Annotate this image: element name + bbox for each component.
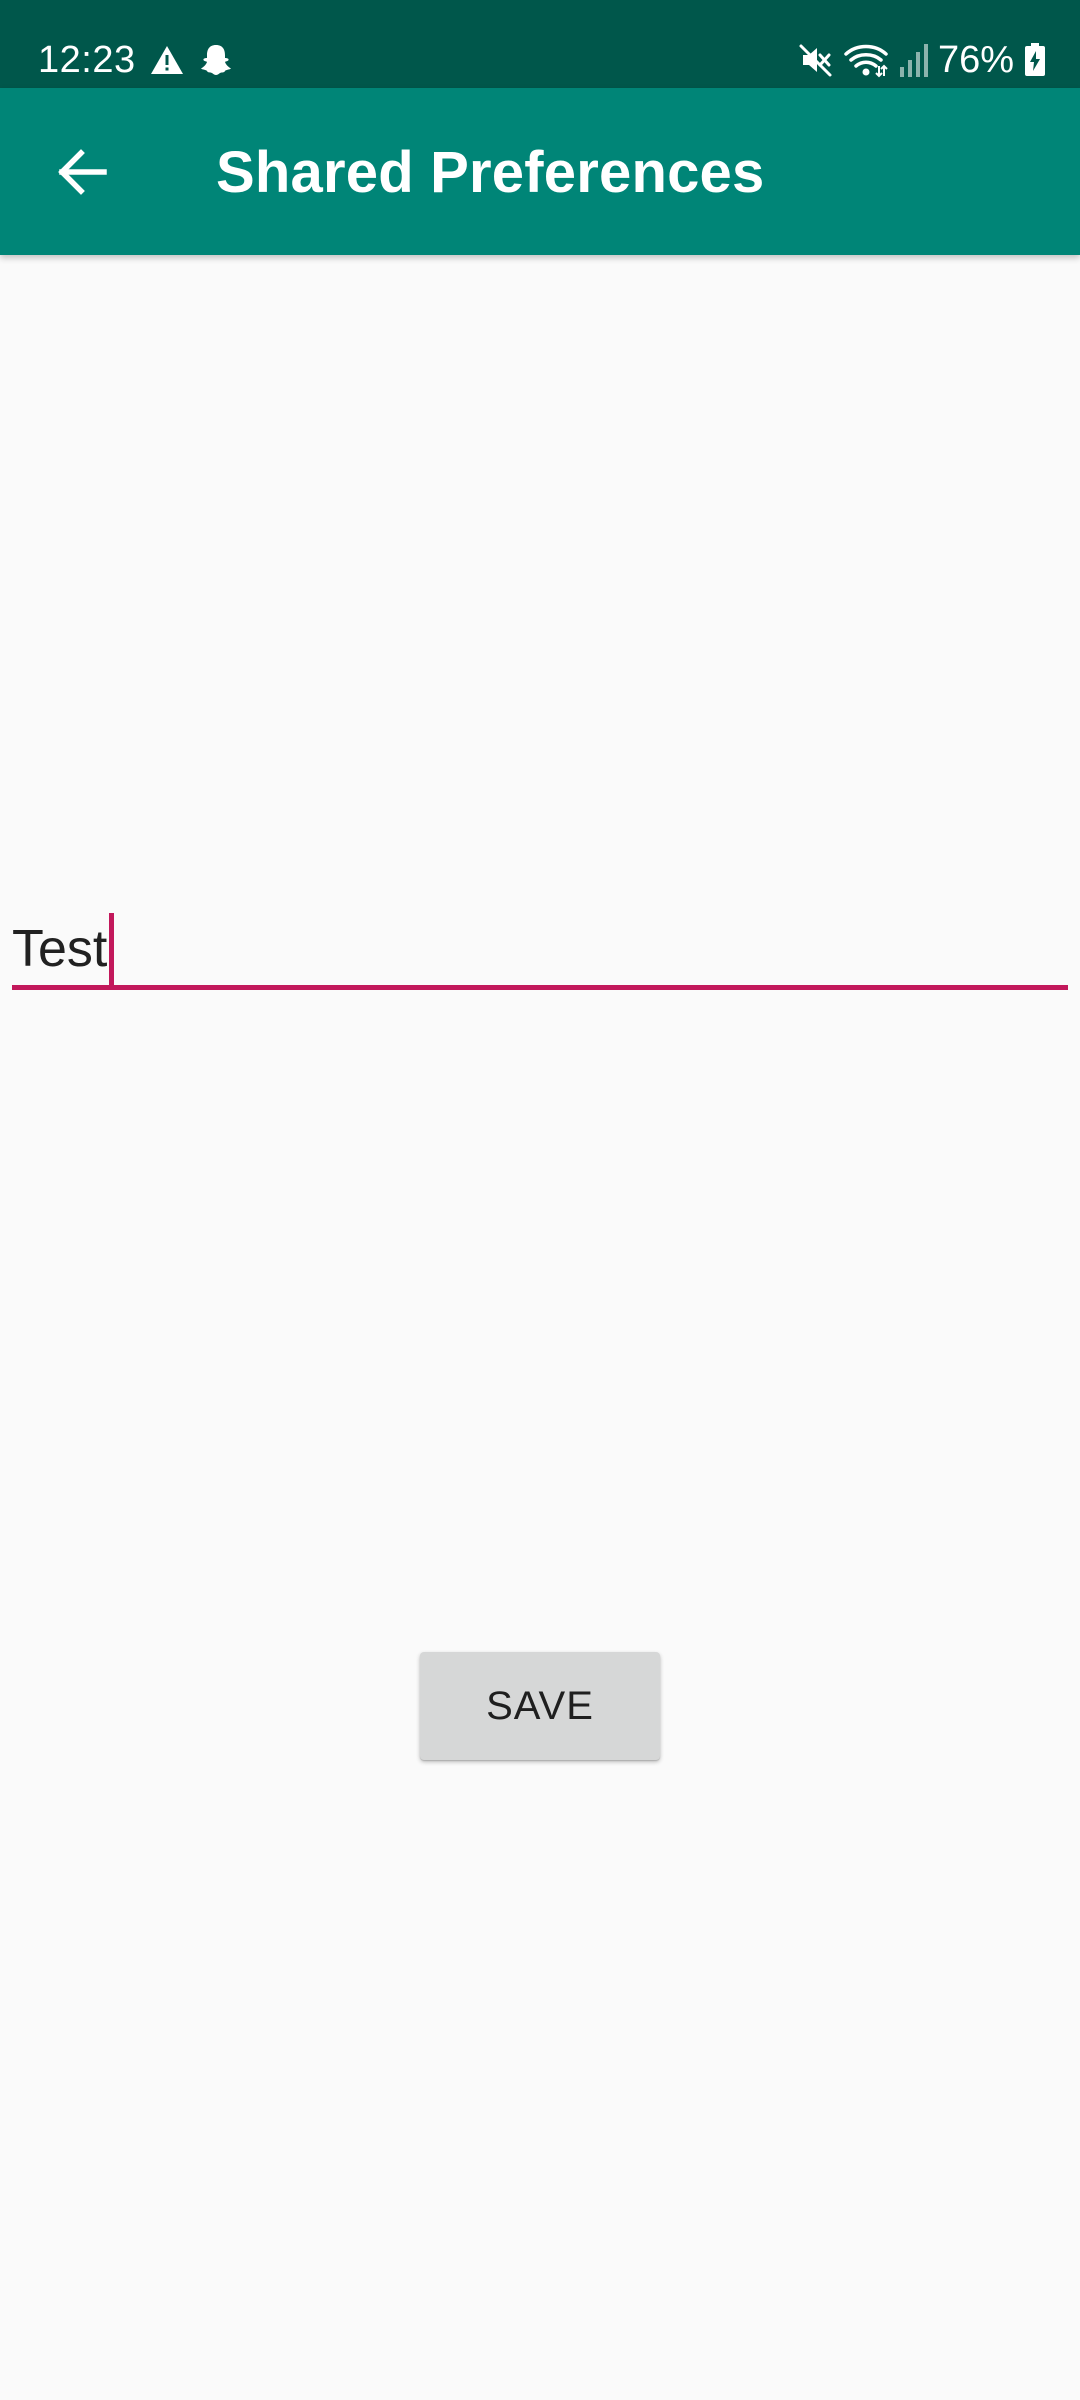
save-button[interactable]: SAVE	[420, 1652, 660, 1760]
warning-icon	[150, 45, 184, 75]
status-time: 12:23	[38, 39, 136, 81]
status-right-icons: 76%	[798, 38, 1046, 82]
snapchat-icon	[198, 42, 234, 78]
status-bar: 12:23 76%	[0, 0, 1080, 88]
battery-percent: 76%	[937, 39, 1014, 81]
back-button[interactable]	[34, 124, 130, 220]
wifi-icon	[844, 42, 888, 78]
arrow-back-icon	[56, 146, 108, 198]
text-input-underline	[12, 985, 1068, 990]
signal-icon	[898, 43, 928, 77]
save-button-label: SAVE	[486, 1684, 594, 1728]
status-left-icons	[150, 38, 234, 82]
text-input-field[interactable]: Test	[12, 895, 1068, 995]
screen: 12:23 76% Shared Preferences Test SAVE	[0, 0, 1080, 2400]
text-cursor	[109, 913, 115, 985]
battery-icon	[1024, 43, 1046, 77]
text-input-value[interactable]: Test	[12, 919, 107, 979]
mute-icon	[798, 42, 834, 78]
page-title: Shared Preferences	[216, 140, 765, 205]
text-input-value-wrap[interactable]: Test	[12, 913, 115, 985]
app-bar: Shared Preferences	[0, 88, 1080, 255]
